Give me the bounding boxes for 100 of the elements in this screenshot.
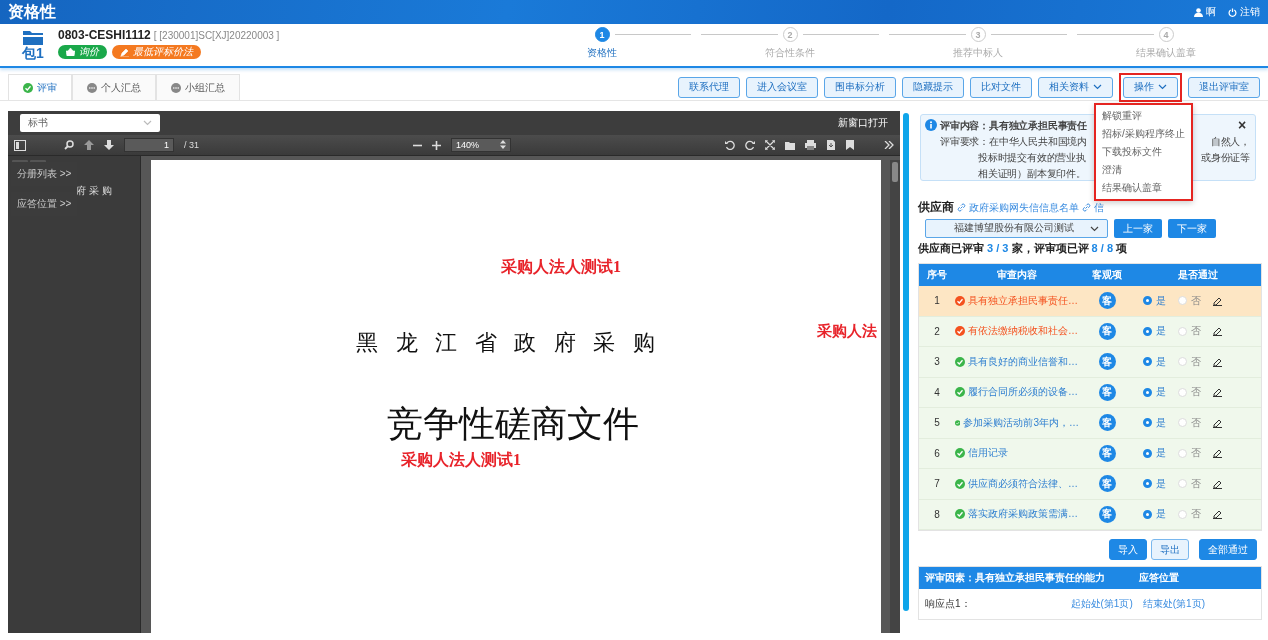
review-item-link[interactable]: 履行合同所必须的设备… xyxy=(968,385,1078,400)
previous-button[interactable]: 上一家 xyxy=(1114,219,1162,238)
menu-item[interactable]: 解锁重评 xyxy=(1096,107,1191,125)
next-button[interactable]: 下一家 xyxy=(1168,219,1216,238)
table-row[interactable]: 4 履行合同所必须的设备… 客 是 否 xyxy=(919,377,1261,408)
radio-button[interactable] xyxy=(1143,296,1152,306)
double-chevron-icon[interactable] xyxy=(884,141,894,149)
notice-text: 自然人， xyxy=(1210,135,1250,149)
review-item-link[interactable]: 有依法缴纳税收和社会… xyxy=(968,324,1078,339)
zoom-in-icon[interactable] xyxy=(432,140,441,150)
radio-button[interactable] xyxy=(1143,357,1152,367)
row-number: 2 xyxy=(933,325,941,337)
zoom-select[interactable]: 140% xyxy=(451,138,511,152)
dropdown-button[interactable]: 相关资料 xyxy=(1038,76,1113,98)
arrow-down-icon[interactable] xyxy=(104,140,114,150)
review-item-link[interactable]: 落实政府采购政策需满… xyxy=(968,507,1078,522)
edit-icon[interactable] xyxy=(1213,356,1223,367)
toolbar-button[interactable]: 进入会议室 xyxy=(746,76,818,98)
radio-button[interactable] xyxy=(1143,387,1152,397)
column-header: 应答位置 xyxy=(1139,571,1179,585)
table-row[interactable]: 2 有依法缴纳税收和社会… 客 是 否 xyxy=(919,316,1261,347)
table-row[interactable]: 6 信用记录 客 是 否 xyxy=(919,438,1261,469)
review-item-link[interactable]: 具有独立承担民事责任… xyxy=(968,293,1078,308)
radio-button[interactable] xyxy=(1143,448,1152,458)
toolbar-button[interactable]: 比对文件 xyxy=(970,76,1032,98)
radio-button[interactable] xyxy=(1143,479,1152,489)
close-icon[interactable]: × xyxy=(1238,119,1246,133)
objective-badge: 客 xyxy=(1098,414,1116,432)
table-row[interactable]: 1 具有独立承担民事责任… 客 是 否 xyxy=(919,286,1261,317)
radio-button[interactable] xyxy=(1143,509,1152,519)
objective-badge: 客 xyxy=(1098,505,1116,523)
step-label[interactable]: 符合性条件 xyxy=(765,46,815,60)
menu-item[interactable]: 结果确认盖章 xyxy=(1096,179,1191,197)
project-code: 0803-CESHI1112 xyxy=(58,28,151,42)
edit-icon[interactable] xyxy=(1213,509,1223,520)
edit-icon[interactable] xyxy=(1213,326,1223,337)
outline-item[interactable]: 府 采 购 xyxy=(76,184,112,198)
action-button[interactable]: 导出 xyxy=(1151,539,1189,560)
table-row[interactable]: 8 落实政府采购政策需满… 客 是 否 xyxy=(919,499,1261,530)
fullscreen-icon[interactable] xyxy=(765,140,775,150)
toolbar-button[interactable]: 退出评审室 xyxy=(1188,76,1260,98)
review-item-link[interactable]: 参加采购活动前3年内，… xyxy=(963,415,1079,430)
menu-item[interactable]: 澄清 xyxy=(1096,161,1191,179)
edit-icon[interactable] xyxy=(1213,417,1223,428)
objective-badge: 客 xyxy=(1098,353,1116,371)
sidebar-toggle-icon[interactable] xyxy=(14,139,26,151)
download-icon[interactable] xyxy=(826,140,836,150)
scrollbar[interactable] xyxy=(903,113,909,611)
supplier-link[interactable]: 信 xyxy=(1094,200,1104,215)
toolbar-button[interactable]: 联系代理 xyxy=(678,76,740,98)
edit-icon[interactable] xyxy=(1213,295,1223,306)
step-label[interactable]: 资格性 xyxy=(587,46,617,60)
rotate-right-icon[interactable] xyxy=(745,140,755,150)
document-select[interactable]: 标书 xyxy=(20,114,160,132)
spinner-icon[interactable] xyxy=(500,140,506,149)
step-number[interactable]: 1 xyxy=(594,27,610,42)
bookmark-icon[interactable] xyxy=(846,140,854,150)
logout-link[interactable]: 注销 xyxy=(1240,5,1260,19)
toolbar-button[interactable]: 隐藏提示 xyxy=(902,76,964,98)
notice-text: 或身份证等 xyxy=(1201,151,1250,165)
review-item-link[interactable]: 信用记录 xyxy=(968,446,1008,461)
row-number: 6 xyxy=(933,447,941,459)
page-number-field[interactable]: 1 xyxy=(124,138,174,152)
user-name[interactable]: 啊 xyxy=(1206,5,1216,19)
table-row[interactable]: 7 供应商必须符合法律、… 客 是 否 xyxy=(919,469,1261,500)
tab[interactable]: 个人汇总 xyxy=(72,74,156,100)
review-item-link[interactable]: 供应商必须符合法律、… xyxy=(968,476,1078,491)
radio-button[interactable] xyxy=(1143,326,1152,336)
menu-item[interactable]: 招标/采购程序终止 xyxy=(1096,125,1191,143)
start-link[interactable]: 起始处(第1页) xyxy=(1070,597,1133,611)
tab[interactable]: 评审 xyxy=(8,74,72,100)
radio-label: 是 xyxy=(1156,446,1166,461)
dropdown-button[interactable]: 操作 xyxy=(1123,76,1178,98)
search-icon[interactable] xyxy=(64,140,74,150)
toolbar-button[interactable]: 围串标分析 xyxy=(824,76,896,98)
print-icon[interactable] xyxy=(805,140,816,150)
scroll-thumb[interactable] xyxy=(892,162,898,182)
table-row[interactable]: 3 具有良好的商业信誉和… 客 是 否 xyxy=(919,347,1261,378)
edit-icon[interactable] xyxy=(1213,448,1223,459)
method-tag: 最低评标价法 xyxy=(112,45,201,59)
rotate-left-icon[interactable] xyxy=(725,140,735,150)
action-button[interactable]: 导入 xyxy=(1109,539,1147,560)
radio-label: 是 xyxy=(1156,324,1166,339)
action-button[interactable]: 全部通过 xyxy=(1199,539,1257,560)
table-row[interactable]: 5 参加采购活动前3年内，… 客 是 否 xyxy=(919,408,1261,439)
arrow-up-icon[interactable] xyxy=(84,140,94,150)
end-link[interactable]: 结束处(第1页) xyxy=(1142,597,1205,611)
edit-icon[interactable] xyxy=(1213,387,1223,398)
supplier-link[interactable]: 政府采购网失信信息名单 xyxy=(969,200,1079,215)
menu-item[interactable]: 下载投标文件 xyxy=(1096,143,1191,161)
folder-open-icon[interactable] xyxy=(785,140,795,150)
edit-icon[interactable] xyxy=(1213,478,1223,489)
step-label[interactable]: 结果确认盖章 xyxy=(1136,46,1196,60)
supplier-select[interactable]: 福建博望股份有限公司测试 xyxy=(925,219,1108,238)
radio-button[interactable] xyxy=(1143,418,1152,428)
column-header: 序号 xyxy=(926,268,948,282)
open-new-window-link[interactable]: 新窗口打开 xyxy=(838,116,888,130)
progress-summary: 供应商已评审 3 / 3 家，评审项已评 8 / 8 项 xyxy=(918,241,1129,256)
tab[interactable]: 小组汇总 xyxy=(156,74,240,100)
review-item-link[interactable]: 具有良好的商业信誉和… xyxy=(968,354,1078,369)
